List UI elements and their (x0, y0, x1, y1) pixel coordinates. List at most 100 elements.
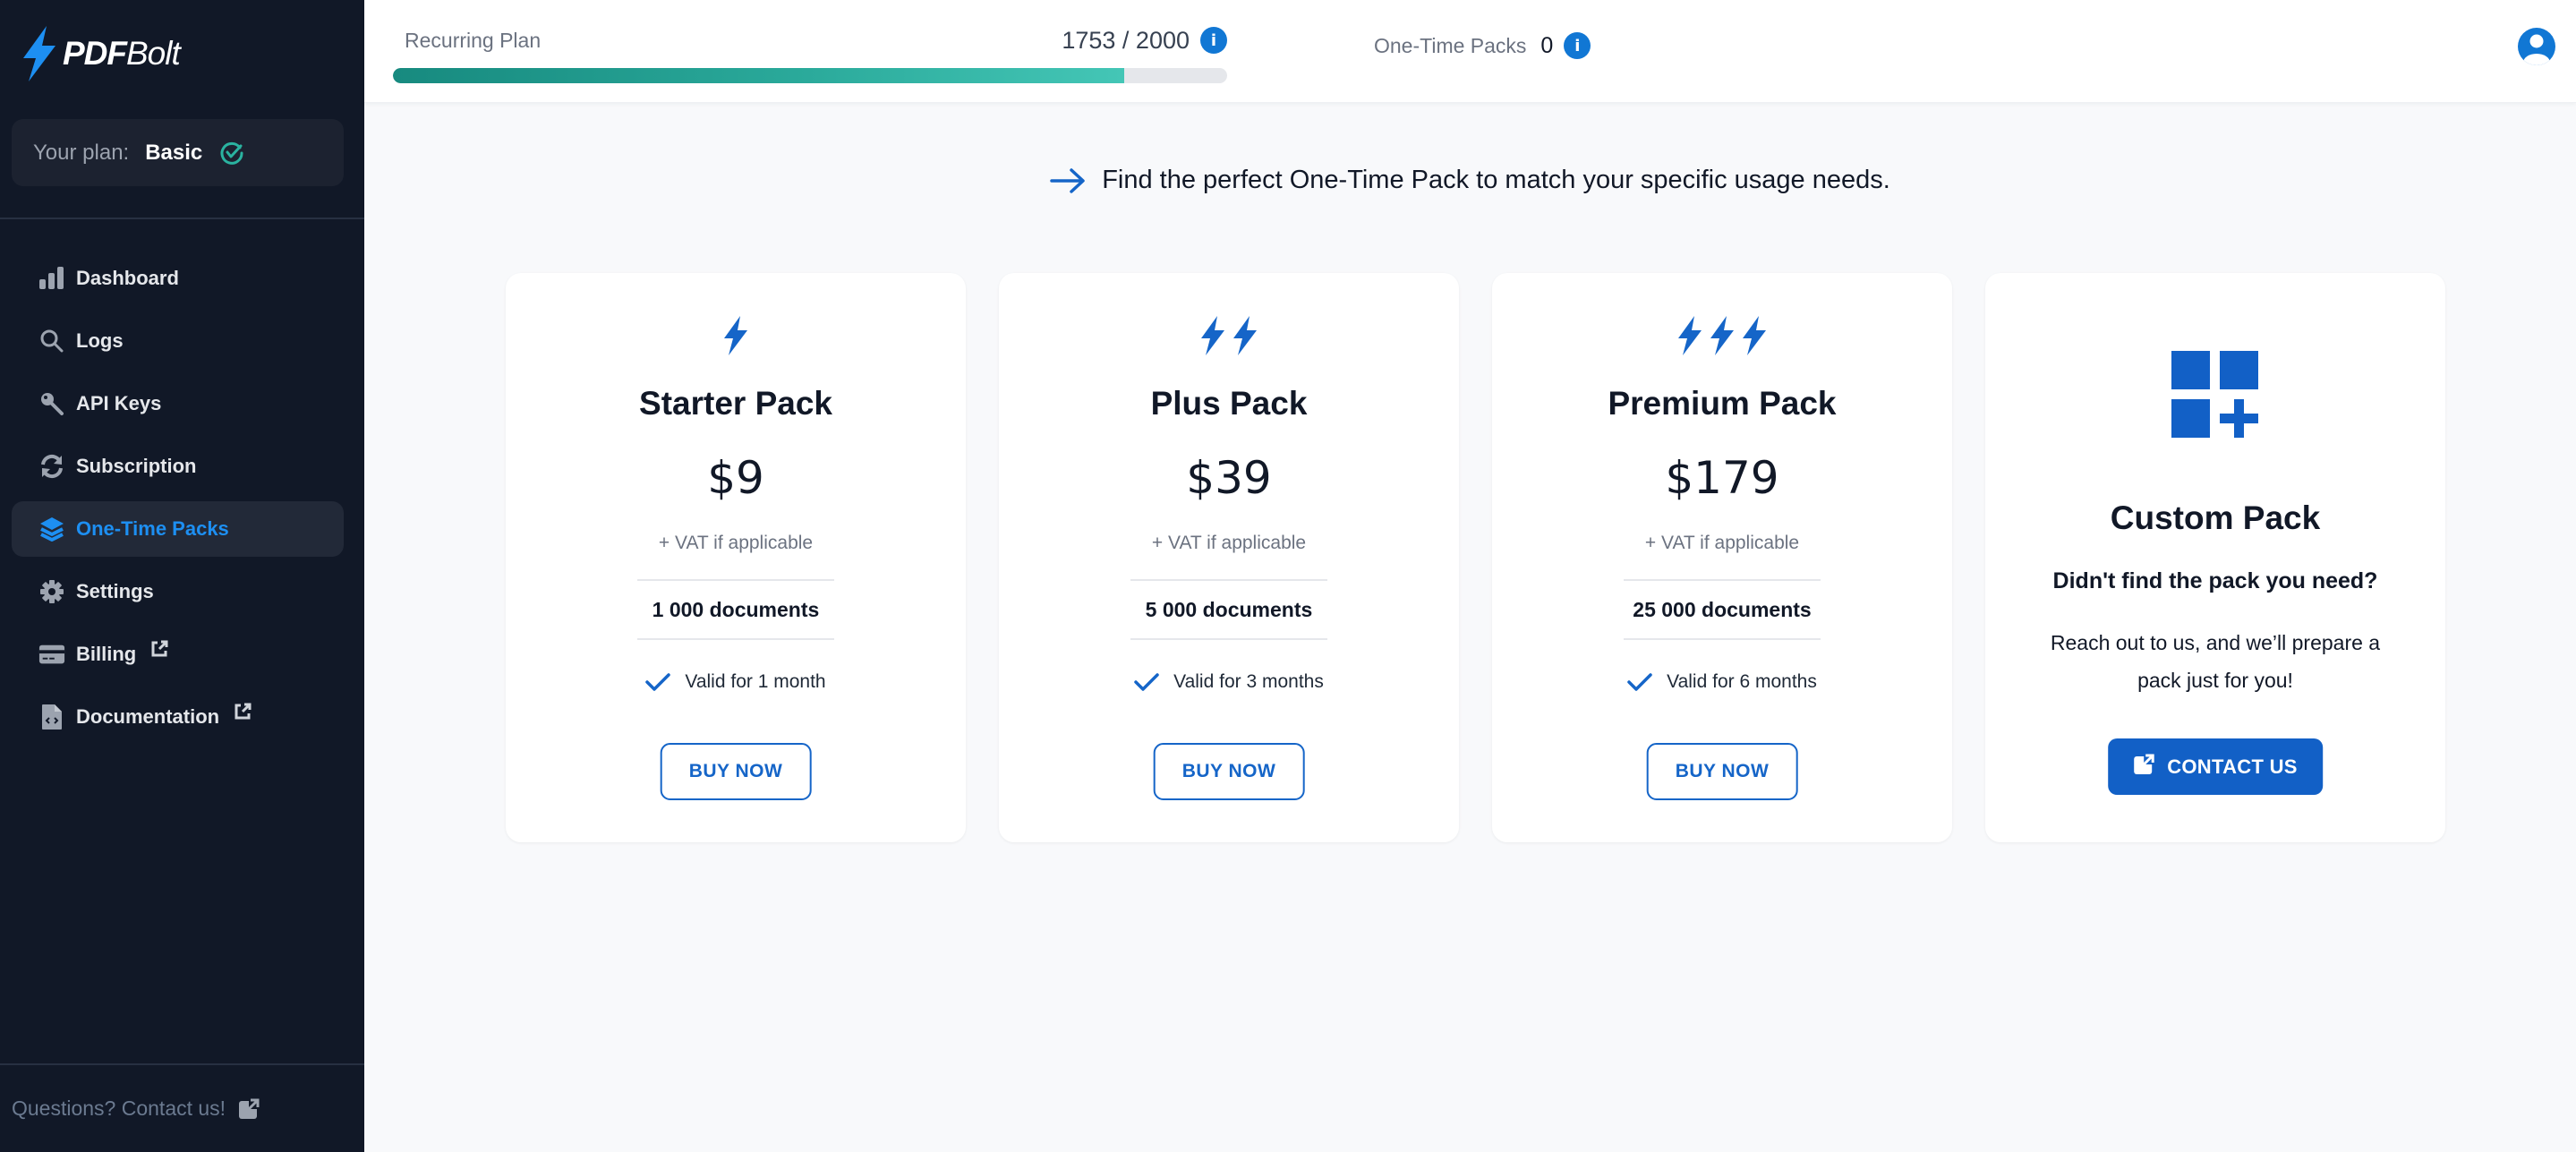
sidebar: PDFBolt Your plan: Basic Dashboard Logs … (0, 0, 364, 1152)
contact-us-link[interactable]: Questions? Contact us! (12, 1097, 260, 1121)
recurring-plan-value: 1753 / 2000 (1062, 26, 1190, 54)
sidebar-item-logs[interactable]: Logs (12, 313, 344, 369)
pack-documents: 25 000 documents (1624, 579, 1821, 640)
external-link-icon (238, 1097, 260, 1120)
one-time-packs-usage: One-Time Packs 0 i (1374, 32, 1591, 59)
pack-title: Starter Pack (639, 385, 832, 422)
bar-chart-icon (38, 265, 65, 292)
pack-validity-text: Valid for 3 months (1173, 671, 1324, 692)
sidebar-item-api-keys[interactable]: API Keys (12, 376, 344, 431)
bolt-icon (1710, 316, 1734, 355)
pack-title: Plus Pack (1150, 385, 1308, 422)
plan-box: Your plan: Basic (12, 119, 344, 186)
pack-vat-note: + VAT if applicable (658, 533, 814, 553)
pack-card-custom: Custom Pack Didn't find the pack you nee… (1985, 273, 2445, 842)
buy-now-button[interactable]: BUY NOW (1153, 743, 1305, 800)
external-link-icon (2133, 753, 2155, 781)
intro-text: Find the perfect One-Time Pack to match … (364, 166, 2576, 195)
custom-pack-subtitle: Didn't find the pack you need? (2052, 568, 2378, 593)
check-circle-icon (220, 141, 243, 165)
sidebar-item-label: Dashboard (76, 267, 179, 289)
pack-card-plus: Plus Pack $39 + VAT if applicable 5 000 … (999, 273, 1459, 842)
top-header: Recurring Plan 1753 / 2000 i One-Time Pa… (364, 0, 2576, 103)
sidebar-item-one-time-packs[interactable]: One-Time Packs (12, 501, 344, 557)
contact-us-button[interactable]: CONTACT US (2108, 738, 2323, 795)
checkmark-icon (1627, 672, 1652, 692)
pack-validity-text: Valid for 1 month (685, 671, 826, 692)
sidebar-item-dashboard[interactable]: Dashboard (12, 251, 344, 306)
external-link-icon (234, 703, 252, 721)
bolt-logo-icon (23, 26, 55, 81)
bolt-icon (1678, 316, 1702, 355)
arrow-right-icon (1050, 167, 1086, 194)
plan-label: Your plan: (33, 140, 130, 165)
buy-now-button[interactable]: BUY NOW (660, 743, 812, 800)
bolt-icon (1201, 316, 1224, 355)
bolt-icons (1492, 316, 1952, 355)
sidebar-item-documentation[interactable]: Documentation (12, 689, 344, 745)
pack-card-starter: Starter Pack $9 + VAT if applicable 1 00… (506, 273, 966, 842)
contact-us-button-label: CONTACT US (2167, 755, 2298, 778)
user-avatar-icon[interactable] (2517, 27, 2556, 66)
info-icon[interactable]: i (1564, 32, 1591, 59)
sidebar-nav: Dashboard Logs API Keys Subscription One… (12, 251, 344, 752)
logo-text: PDFBolt (63, 35, 181, 73)
bolt-icon (1743, 316, 1766, 355)
sidebar-item-label: Documentation (76, 705, 220, 728)
pack-documents: 1 000 documents (637, 579, 834, 640)
pack-cards: Starter Pack $9 + VAT if applicable 1 00… (506, 273, 2445, 842)
pack-documents: 5 000 documents (1130, 579, 1327, 640)
custom-pack-description: Reach out to us, and we’ll prepare a pac… (2050, 631, 2381, 692)
pack-title: Premium Pack (1608, 385, 1837, 422)
sidebar-item-billing[interactable]: Billing (12, 627, 344, 682)
sidebar-divider (0, 218, 364, 219)
sidebar-item-label: Settings (76, 580, 154, 602)
recurring-plan-count: 1753 / 2000 i (1062, 27, 1227, 55)
intro-message: Find the perfect One-Time Pack to match … (1102, 166, 1890, 194)
sidebar-item-label: API Keys (76, 392, 162, 414)
sidebar-item-subscription[interactable]: Subscription (12, 439, 344, 494)
search-icon (38, 328, 65, 354)
progress-fill (393, 68, 1124, 83)
sidebar-item-settings[interactable]: Settings (12, 564, 344, 619)
pack-validity: Valid for 6 months (1492, 671, 1952, 693)
logo-bold: PDF (63, 35, 127, 72)
pack-vat-note: + VAT if applicable (1644, 533, 1800, 553)
bolt-icons (999, 316, 1459, 355)
layers-icon (38, 516, 65, 542)
one-time-packs-label: One-Time Packs (1374, 33, 1527, 57)
sidebar-item-label: Billing (76, 643, 137, 665)
sidebar-divider (0, 1063, 364, 1065)
external-link-icon (150, 640, 168, 658)
pack-vat-note: + VAT if applicable (1151, 533, 1307, 553)
code-file-icon (38, 704, 65, 730)
logo[interactable]: PDFBolt (21, 25, 181, 82)
recurring-plan-progress (393, 68, 1227, 83)
logo-regular: Bolt (126, 35, 181, 72)
grid-plus-icon (2171, 351, 2259, 443)
pack-validity: Valid for 1 month (506, 671, 966, 693)
one-time-packs-value: 0 (1540, 32, 1554, 58)
pack-card-premium: Premium Pack $179 + VAT if applicable 25… (1492, 273, 1952, 842)
bolt-icon (1233, 316, 1257, 355)
gear-icon (38, 578, 65, 605)
sidebar-item-label: Subscription (76, 455, 197, 477)
checkmark-icon (645, 672, 671, 692)
credit-card-icon (38, 641, 65, 668)
bolt-icons (506, 316, 966, 355)
bolt-icon (724, 316, 747, 355)
info-icon[interactable]: i (1200, 27, 1227, 54)
sidebar-item-label: One-Time Packs (76, 517, 229, 540)
pack-validity-text: Valid for 6 months (1667, 671, 1817, 692)
sidebar-item-label: Logs (76, 329, 124, 352)
pack-price: $179 (1665, 452, 1779, 504)
refresh-icon (38, 453, 65, 480)
buy-now-button[interactable]: BUY NOW (1646, 743, 1798, 800)
recurring-plan-label: Recurring Plan (405, 28, 542, 52)
checkmark-icon (1134, 672, 1159, 692)
pack-price: $9 (707, 452, 764, 504)
key-icon (38, 390, 65, 417)
pack-validity: Valid for 3 months (999, 671, 1459, 693)
pack-price: $39 (1186, 452, 1272, 504)
recurring-plan-usage: Recurring Plan 1753 / 2000 i (393, 21, 1227, 83)
